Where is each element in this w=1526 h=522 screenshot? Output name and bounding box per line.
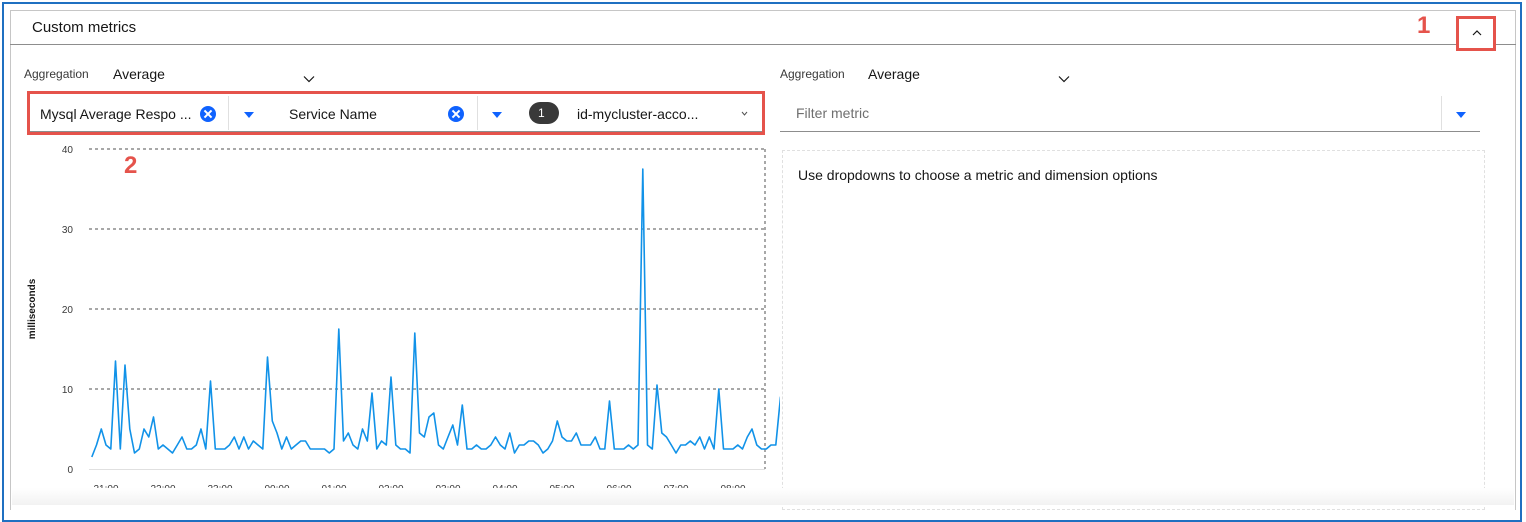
- series-line: [91, 168, 780, 458]
- x-tick-label: 00:00: [264, 484, 289, 495]
- x-tick-label: 01:00: [321, 484, 346, 495]
- x-tick-label: 23:00: [207, 484, 232, 495]
- y-tick-label: 10: [62, 385, 74, 396]
- filter-metric-input[interactable]: [780, 94, 1480, 132]
- filter-caret-down-icon[interactable]: [1456, 112, 1466, 118]
- empty-chart-area: [782, 150, 1485, 510]
- x-tick-label: 04:00: [492, 484, 517, 495]
- x-tick-label: 22:00: [150, 484, 175, 495]
- aggregation-label-right: Aggregation: [780, 67, 845, 81]
- x-tick-label: 02:00: [378, 484, 403, 495]
- filter-metric-placeholder[interactable]: Filter metric: [796, 105, 869, 121]
- y-tick-label: 40: [62, 145, 74, 156]
- y-tick-label: 30: [62, 225, 74, 236]
- x-tick-label: 21:00: [93, 484, 118, 495]
- x-tick-label: 06:00: [606, 484, 631, 495]
- y-axis-label: milliseconds: [27, 278, 38, 339]
- aggregation-dropdown-right[interactable]: Average: [868, 66, 920, 82]
- chevron-down-icon[interactable]: [1058, 75, 1070, 83]
- collapse-button[interactable]: [1456, 16, 1496, 51]
- x-tick-label: 05:00: [549, 484, 574, 495]
- x-tick-label: 08:00: [720, 484, 745, 495]
- response-time-chart: 0 10 20 30 40 21:00 22:00 23:00 00:00 01:00 02:00 0…: [27, 145, 780, 495]
- x-tick-label: 07:00: [663, 484, 688, 495]
- chevron-up-icon: [1472, 30, 1482, 36]
- y-tick-label: 0: [67, 465, 73, 476]
- annotation-1: 1: [1417, 12, 1431, 39]
- divider: [1441, 96, 1442, 130]
- empty-state-message: Use dropdowns to choose a metric and dim…: [798, 167, 1158, 183]
- x-tick-label: 03:00: [435, 484, 460, 495]
- y-tick-label: 20: [62, 305, 74, 316]
